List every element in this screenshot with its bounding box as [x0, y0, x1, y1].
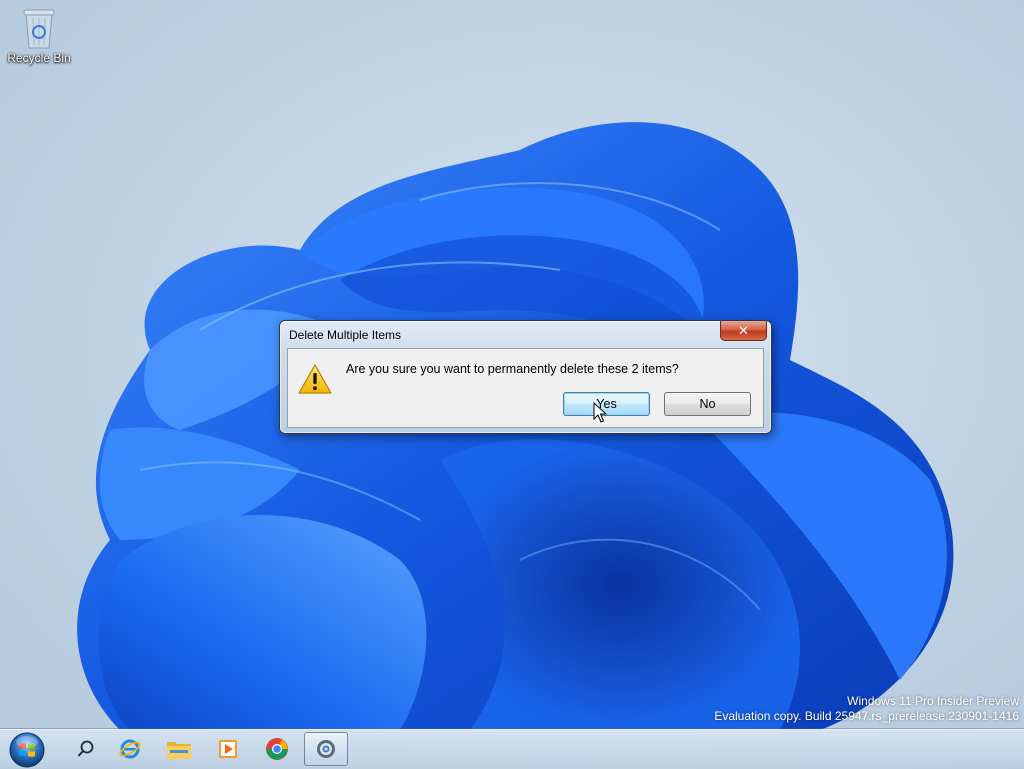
taskbar — [0, 729, 1024, 768]
taskbar-media-player[interactable] — [206, 732, 250, 766]
dialog-title: Delete Multiple Items — [289, 328, 402, 342]
close-button[interactable]: ✕ — [720, 321, 767, 341]
recycle-bin-icon — [23, 9, 55, 49]
mouse-cursor-icon — [593, 402, 607, 423]
taskbar-internet-explorer[interactable] — [108, 732, 152, 766]
recycle-bin-label: Recycle Bin — [7, 51, 71, 65]
evaluation-watermark: Windows 11 Pro Insider Preview Evaluatio… — [714, 694, 1019, 724]
watermark-edition: Windows 11 Pro Insider Preview — [847, 694, 1019, 708]
warning-icon — [298, 364, 332, 394]
dialog-body: Are you sure you want to permanently del… — [287, 348, 764, 428]
file-explorer-icon — [167, 742, 191, 759]
taskbar-search[interactable] — [64, 732, 108, 766]
chrome-icon — [266, 738, 288, 760]
settings-icon — [317, 740, 335, 758]
no-button[interactable]: No — [664, 392, 751, 416]
taskbar-chrome[interactable] — [255, 732, 299, 766]
taskbar-settings[interactable] — [304, 732, 348, 766]
watermark-build: Evaluation copy. Build 25947.rs_prerelea… — [714, 709, 1019, 723]
media-player-icon — [219, 740, 237, 758]
search-icon — [77, 740, 94, 757]
start-button[interactable] — [8, 731, 46, 769]
close-icon: ✕ — [738, 322, 749, 338]
taskbar-file-explorer[interactable] — [157, 732, 201, 766]
dialog-message: Are you sure you want to permanently del… — [346, 362, 679, 376]
internet-explorer-icon — [119, 739, 141, 759]
desktop-icon-recycle-bin[interactable]: Recycle Bin — [4, 6, 74, 65]
delete-confirmation-dialog: Delete Multiple Items ✕ Are you sure you… — [279, 320, 772, 434]
